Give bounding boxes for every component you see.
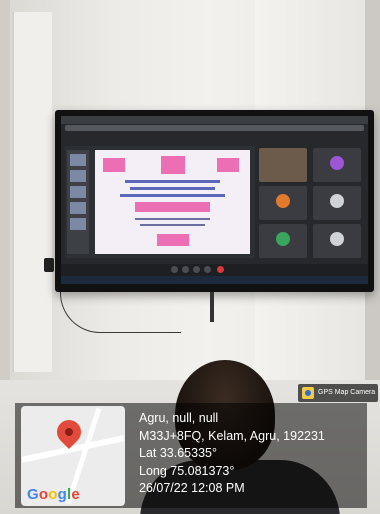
- slide-thumbnail: [70, 186, 86, 198]
- slide-graphic: [103, 158, 125, 172]
- mic-icon: [171, 266, 178, 273]
- slide: [95, 150, 250, 254]
- gps-camera-icon: [302, 387, 314, 399]
- slide-name-banner: [135, 202, 210, 212]
- wall-mount-cable: [210, 292, 214, 322]
- location-info: Agru, null, null M33J+8FQ, Kelam, Agru, …: [139, 410, 325, 498]
- more-icon: [204, 266, 211, 273]
- slide-thumbnail: [70, 218, 86, 230]
- slide-text-line: [140, 224, 205, 226]
- date-time: 26/07/22 12:08 PM: [139, 481, 245, 495]
- longitude: Long 75.081373°: [139, 463, 235, 478]
- slide-graphic: [157, 234, 189, 246]
- slide-thumbnail: [70, 154, 86, 166]
- slide-graphic: [161, 156, 185, 174]
- participant-avatar: [276, 194, 290, 208]
- os-taskbar: [61, 276, 368, 284]
- slide-thumbnail: [70, 170, 86, 182]
- slide-thumbnail-rail: [67, 150, 89, 254]
- meeting-controls: [61, 264, 368, 276]
- place-name: Agru, null, null: [139, 411, 219, 425]
- slide-text-line: [135, 218, 210, 220]
- participant-avatar: [330, 156, 344, 170]
- present-icon: [193, 266, 200, 273]
- participant-tile: [313, 186, 361, 220]
- camera-icon: [182, 266, 189, 273]
- end-call-icon: [217, 266, 224, 273]
- participant-avatar: [276, 232, 290, 246]
- tv-screen: [61, 116, 368, 284]
- participant-avatar: [330, 194, 344, 208]
- power-socket: [44, 258, 54, 272]
- app-watermark: GPS Map Camera: [298, 384, 378, 402]
- participant-video-tile: [259, 148, 307, 182]
- slide-text-line: [130, 187, 215, 190]
- shared-presentation: [65, 146, 255, 258]
- slide-text-line: [125, 180, 220, 183]
- slide-graphic: [217, 158, 239, 172]
- address: M33J+8FQ, Kelam, Agru, 192231: [139, 428, 325, 443]
- slide-text-line: [120, 194, 225, 197]
- app-name: GPS Map Camera: [318, 389, 376, 396]
- map-thumbnail: Google: [21, 406, 125, 506]
- slide-thumbnail: [70, 202, 86, 214]
- google-logo: Google: [27, 486, 80, 503]
- television: [55, 110, 374, 292]
- participant-avatar: [330, 232, 344, 246]
- browser-url-bar: [65, 125, 364, 131]
- participant-tile: [313, 224, 361, 258]
- power-cable: [60, 292, 181, 333]
- participant-tile: [259, 186, 307, 220]
- browser-tab-bar: [61, 116, 368, 124]
- participant-tile: [313, 148, 361, 182]
- latitude: Lat 33.65335°: [139, 446, 217, 460]
- participant-tile: [259, 224, 307, 258]
- wall-pillar-left: [12, 12, 52, 372]
